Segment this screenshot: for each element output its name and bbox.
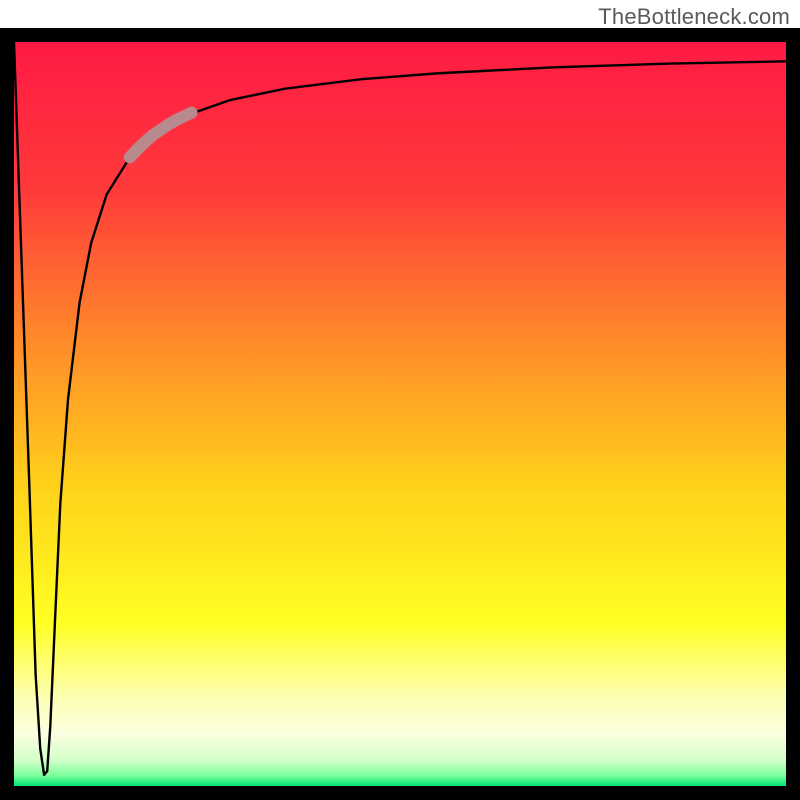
chart-container: TheBottleneck.com bbox=[0, 0, 800, 800]
bottleneck-chart bbox=[0, 28, 800, 800]
watermark-text: TheBottleneck.com bbox=[598, 4, 790, 30]
